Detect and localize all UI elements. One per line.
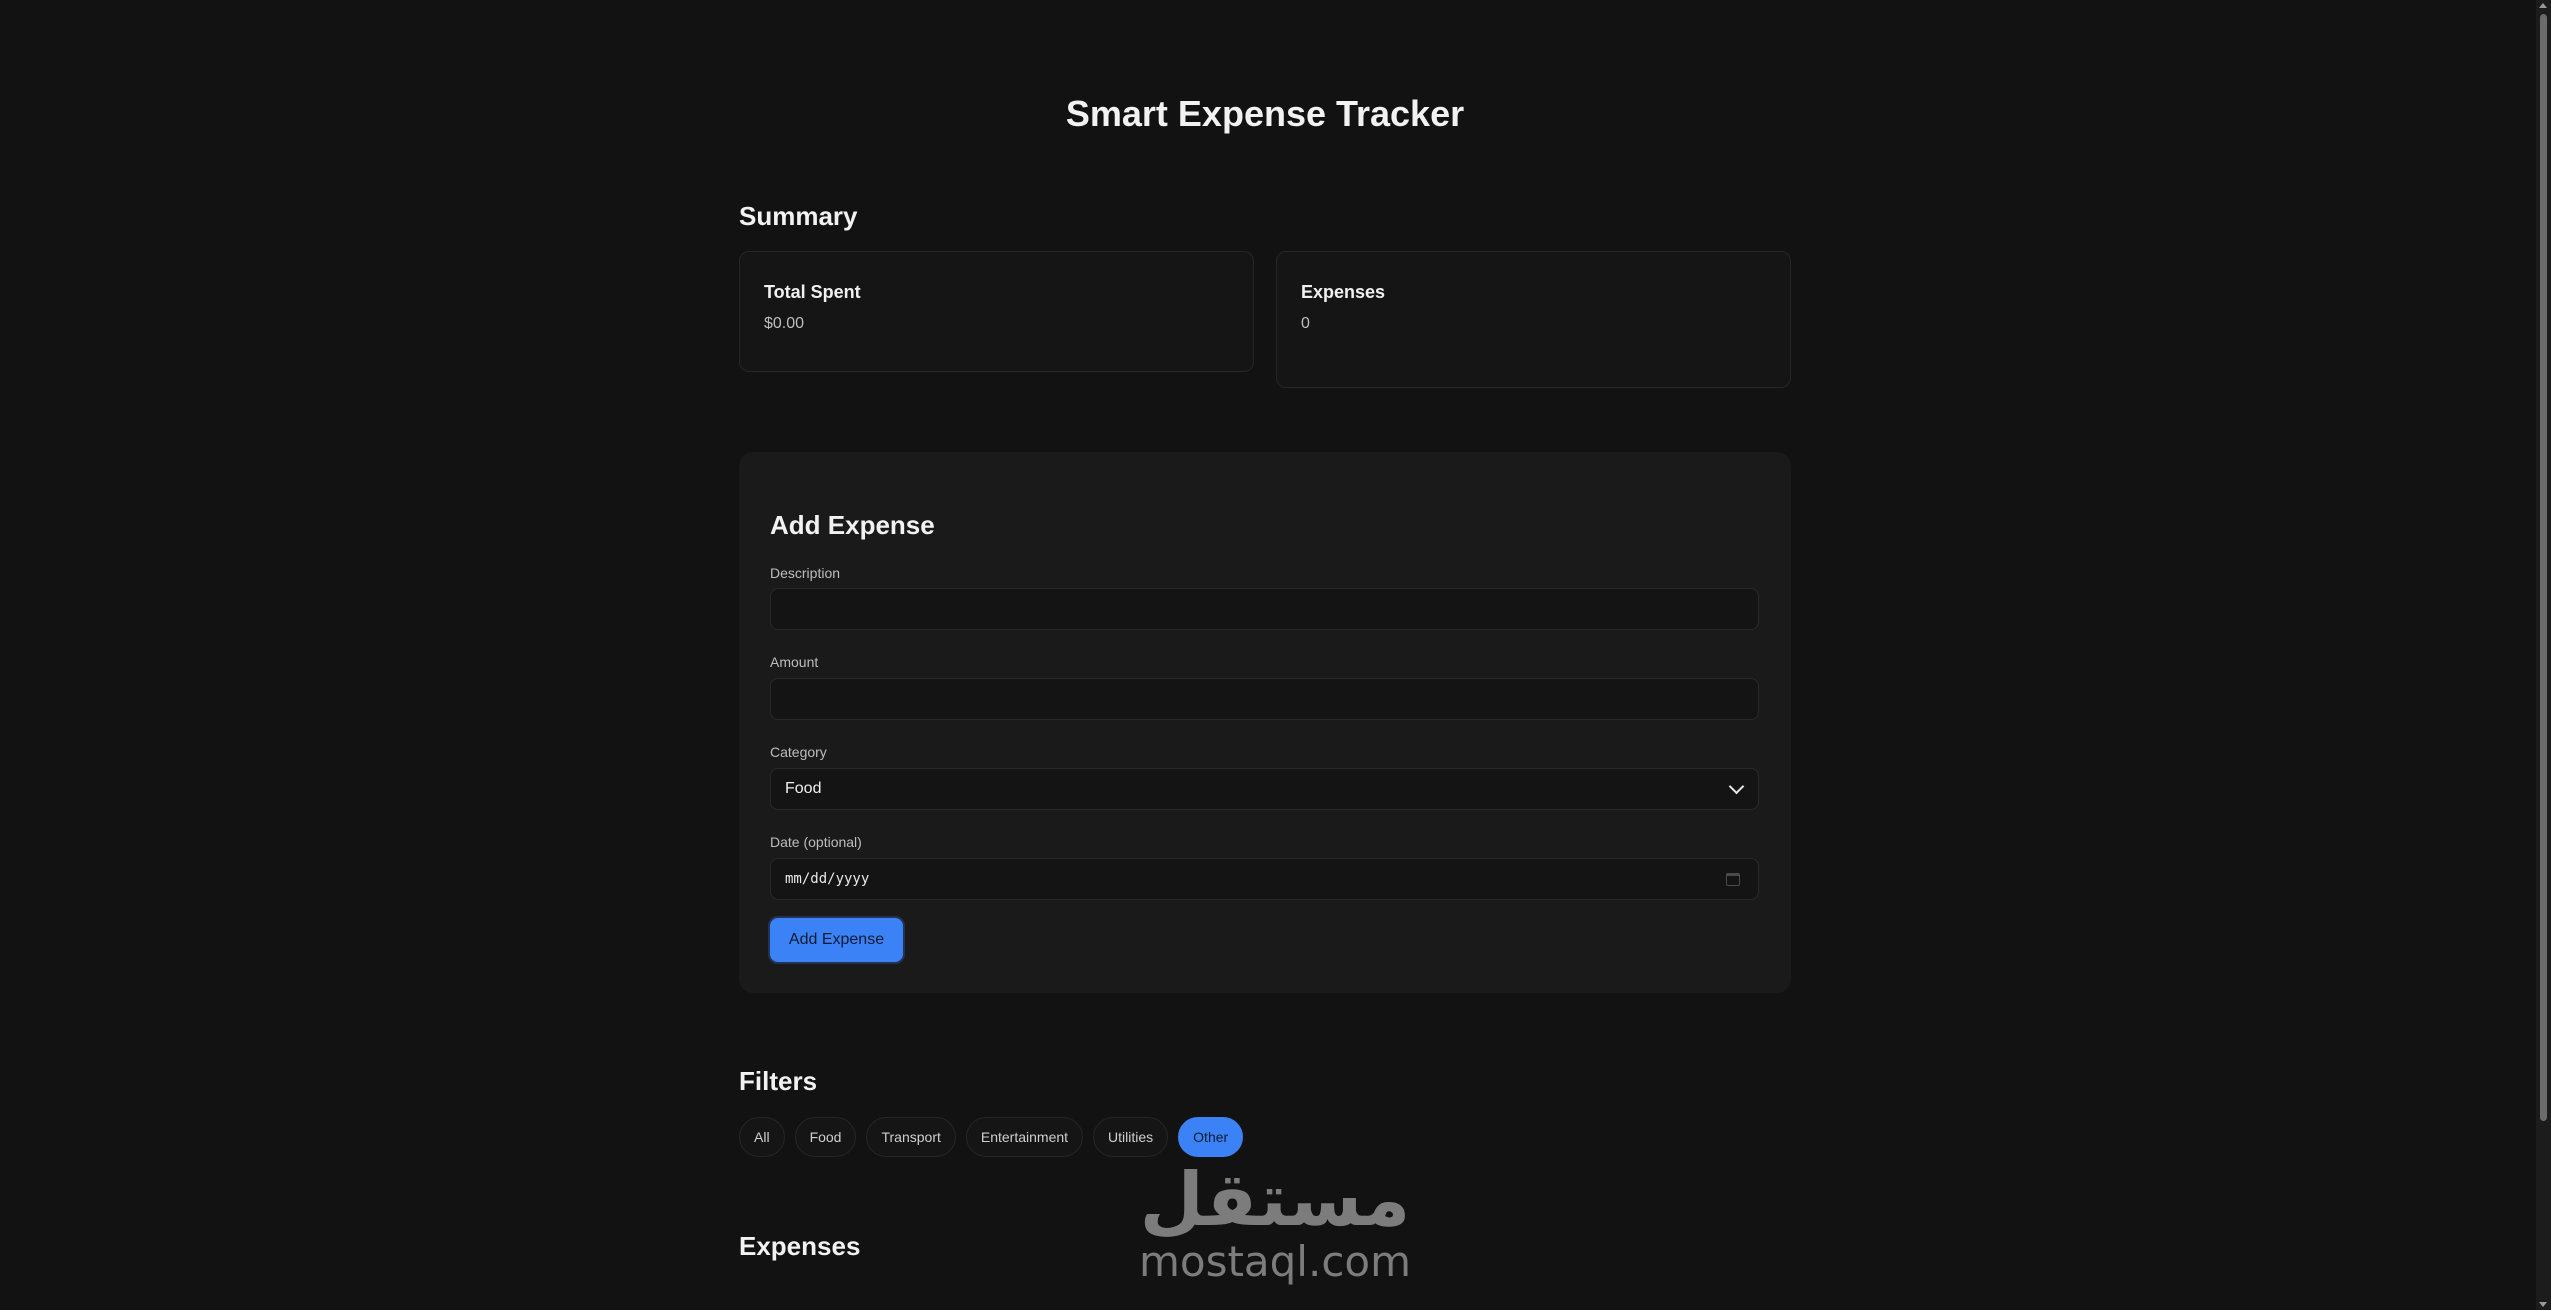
date-label: Date (optional) [770,834,862,850]
expenses-count-card: Expenses 0 [1276,251,1791,388]
total-spent-value: $0.00 [764,315,805,332]
chevron-down-icon [1728,778,1745,795]
scroll-up-icon[interactable] [2539,3,2547,8]
scrollbar-thumb[interactable] [2540,14,2547,1121]
filter-chip-all[interactable]: All [739,1117,785,1157]
category-selected-value: Food [785,780,822,797]
date-placeholder: mm/dd/yyyy [785,871,870,887]
add-expense-heading: Add Expense [770,510,935,540]
date-input[interactable]: mm/dd/yyyy [770,858,1759,900]
filter-chip-food[interactable]: Food [794,1117,857,1157]
expenses-heading: Expenses [739,1231,861,1261]
expenses-count-label: Expenses [1301,282,1386,302]
add-expense-button[interactable]: Add Expense [770,918,903,962]
description-label: Description [770,565,841,581]
category-label: Category [770,744,827,760]
total-spent-card: Total Spent $0.00 [739,251,1254,372]
page: Smart Expense Tracker Summary Total Spen… [0,0,2551,1310]
filter-chip-other[interactable]: Other [1178,1117,1244,1157]
summary-heading: Summary [739,201,858,231]
expenses-count-value: 0 [1301,315,1310,332]
add-expense-panel: Add Expense Description Amount Category … [739,452,1791,993]
scrollbar[interactable] [2536,0,2551,1310]
filter-chip-transport[interactable]: Transport [866,1117,956,1157]
filters-heading: Filters [739,1066,818,1096]
filter-chip-entertainment[interactable]: Entertainment [965,1117,1084,1157]
filter-chips: All Food Transport Entertainment Utiliti… [739,1117,1244,1157]
mostaql-watermark: مستقل mostaql.com [1120,1160,1430,1285]
category-select[interactable]: Food [770,768,1759,810]
amount-input[interactable] [770,678,1759,720]
watermark-arabic-text: مستقل [1139,1157,1411,1243]
calendar-icon[interactable] [1726,872,1740,886]
amount-label: Amount [770,654,819,670]
total-spent-label: Total Spent [764,282,861,302]
scroll-down-icon[interactable] [2539,1302,2547,1307]
filter-chip-utilities[interactable]: Utilities [1093,1117,1169,1157]
app-title: Smart Expense Tracker [1065,93,1465,134]
watermark-latin-text: mostaql.com [1138,1237,1412,1286]
description-input[interactable] [770,588,1759,630]
